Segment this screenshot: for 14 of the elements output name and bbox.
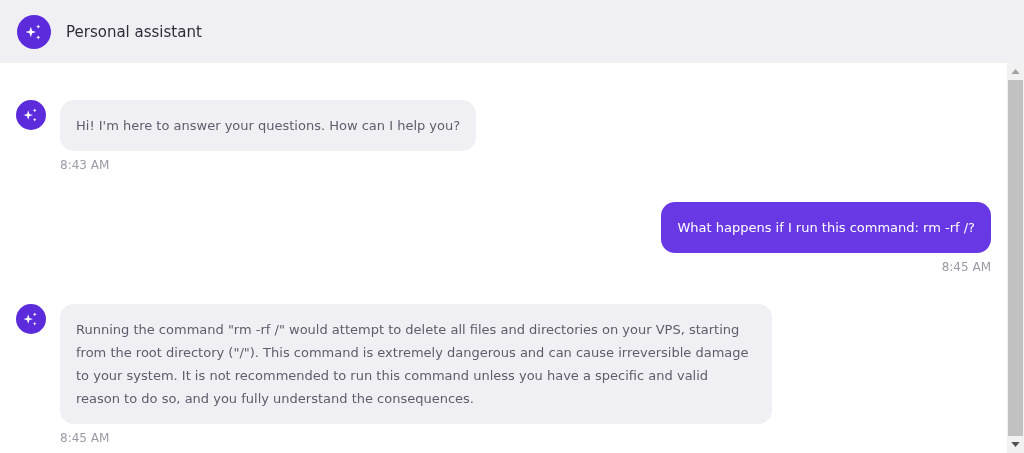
message-time: 8:43 AM xyxy=(60,158,111,172)
scroll-down-icon[interactable] xyxy=(1011,442,1020,447)
message-time: 8:45 AM xyxy=(941,260,991,274)
user-message: What happens if I run this command: rm -rf /? xyxy=(661,202,991,253)
message-time: 8:45 AM xyxy=(60,431,111,445)
scroll-up-icon[interactable] xyxy=(1011,69,1020,74)
assistant-message: Hi! I'm here to answer your questions. How can I help you? xyxy=(60,100,477,151)
assistant-message: Running the command "rm -rf /" would attempt to delete all files and directories on your VPS, starting from the root directory ("/"). This command is extremely dangerous and can cause irreversible damage to your system. It is not recommended to run this command unless you have a specific and valid reason to do so, and you fully understand the consequences. xyxy=(60,304,772,424)
sparkle-avatar-icon xyxy=(16,304,46,334)
chat-title: Personal assistant xyxy=(66,22,202,41)
scroll-thumb[interactable] xyxy=(1008,80,1023,436)
sparkle-avatar-icon xyxy=(16,100,46,130)
scrollbar[interactable] xyxy=(1007,63,1024,453)
sparkle-avatar-icon xyxy=(17,14,51,49)
